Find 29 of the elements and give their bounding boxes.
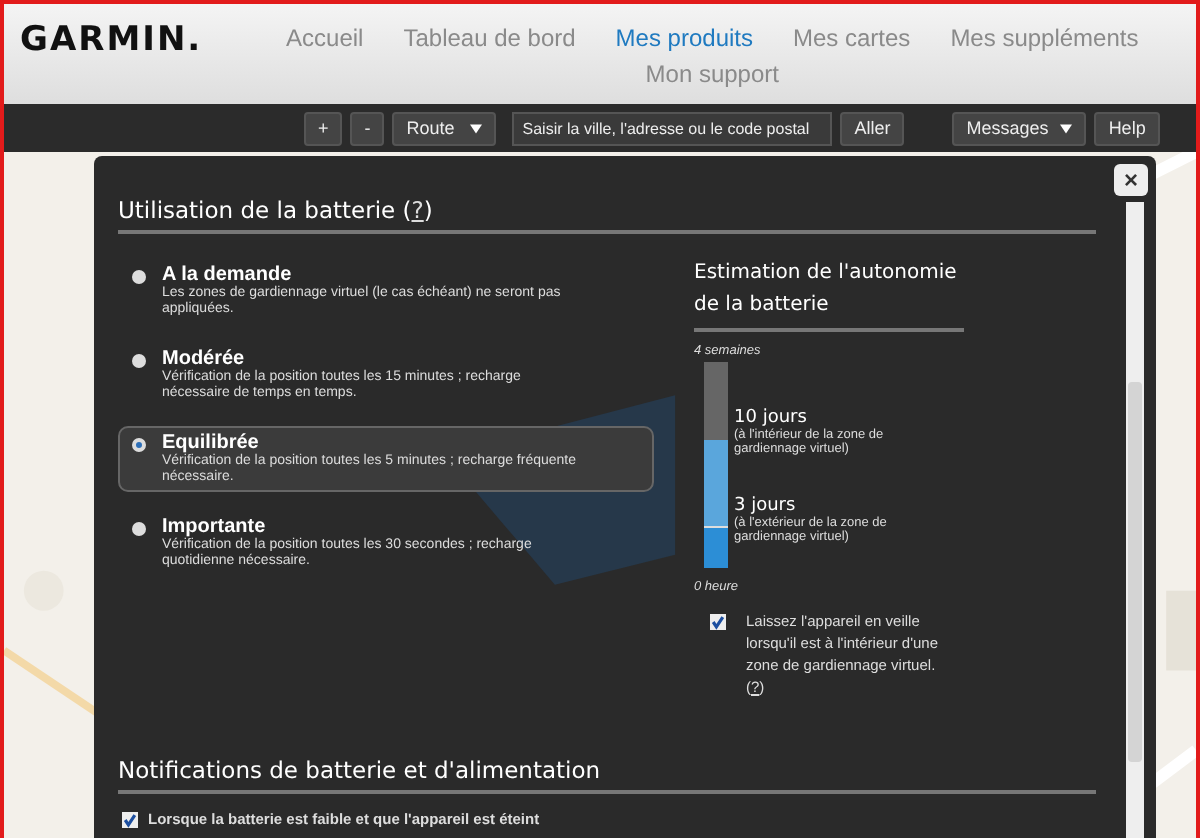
scrollbar[interactable] bbox=[1126, 202, 1144, 838]
section-title: Notifications de batterie et d'alimentation bbox=[118, 756, 1096, 794]
help-button[interactable]: Help bbox=[1094, 111, 1160, 145]
option-label: Equilibrée bbox=[162, 432, 259, 454]
zoom-in-button[interactable]: + bbox=[304, 111, 343, 145]
radio-button[interactable] bbox=[132, 270, 146, 284]
location-search-field[interactable]: Saisir la ville, l'adresse ou le code postal bbox=[512, 111, 833, 145]
map-type-dropdown[interactable]: Route bbox=[392, 111, 497, 145]
option-label: Importante bbox=[162, 516, 268, 538]
section-title: Utilisation de la batterie (?) bbox=[118, 196, 1096, 234]
caret-icon bbox=[470, 123, 483, 133]
radio-button[interactable] bbox=[132, 438, 146, 452]
estimate-title: Estimation de l'autonomie de la batterie bbox=[694, 258, 964, 332]
radio-button[interactable] bbox=[132, 522, 146, 536]
brand-logo[interactable]: GARMIN. bbox=[20, 20, 203, 60]
nav-link[interactable]: Mes produits bbox=[607, 24, 761, 52]
option-label: A la demande bbox=[162, 264, 292, 286]
estimate-value: 3 jours bbox=[734, 496, 796, 517]
estimate-value: 10 jours bbox=[734, 408, 807, 429]
messages-dropdown[interactable]: Messages bbox=[952, 111, 1087, 145]
standby-checkbox[interactable] bbox=[710, 614, 726, 630]
go-button[interactable]: Aller bbox=[840, 111, 905, 145]
help-link[interactable]: ? bbox=[411, 196, 424, 224]
close-button[interactable]: × bbox=[1114, 164, 1148, 196]
caret-icon bbox=[1060, 123, 1073, 133]
zoom-out-button[interactable]: - bbox=[350, 111, 385, 145]
option-label: Modérée bbox=[162, 348, 245, 370]
notification-checkbox[interactable] bbox=[122, 812, 138, 828]
radio-button[interactable] bbox=[132, 354, 146, 368]
